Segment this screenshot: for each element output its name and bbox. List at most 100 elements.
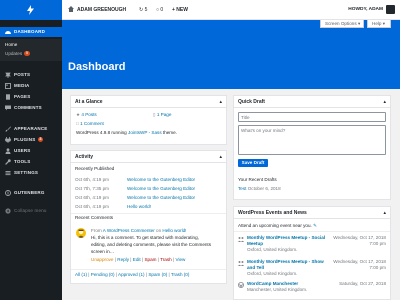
toggle-arrow-icon[interactable]: ▴ — [219, 99, 222, 105]
avatar[interactable] — [386, 5, 395, 14]
published-post-link[interactable]: Welcome to the Gutenberg Editor — [127, 177, 195, 183]
sidebar-item-label: SETTINGS — [14, 170, 39, 175]
sidebar-item-label: Updates — [5, 51, 23, 56]
sidebar-item-label: Collapse menu — [14, 208, 47, 213]
wrench-icon — [5, 159, 11, 165]
page-icon: ▯ — [153, 112, 156, 117]
sidebar-item-label: GUTENBERG — [14, 190, 45, 195]
home-icon[interactable] — [68, 6, 74, 14]
filter-spam-link[interactable]: Spam (0) — [148, 272, 167, 277]
sidebar-item-tools[interactable]: TOOLS — [0, 157, 62, 167]
sidebar-item-label: COMMENTS — [14, 105, 42, 110]
updates-badge: 5 — [24, 51, 30, 57]
draft-content-textarea[interactable]: What's on your mind? — [238, 125, 386, 155]
trash-link[interactable]: Trash — [160, 257, 172, 262]
filter-trash-link[interactable]: Trash (0) — [171, 272, 189, 277]
filter-pending-link[interactable]: Pending (0) — [91, 272, 115, 277]
toggle-arrow-icon[interactable]: ▴ — [219, 154, 222, 160]
comment-item: From A WordPress Commenter on Hello worl… — [71, 228, 226, 264]
event-location: Manchester, United Kingdom. — [247, 287, 308, 292]
quick-draft-widget: Quick Draft ▴ Title What's on your mind?… — [233, 95, 391, 200]
view-link[interactable]: View — [175, 257, 185, 262]
divider — [71, 213, 226, 214]
new-content-button[interactable]: + NEW — [172, 6, 188, 14]
admin-bar: ADAM GREENOUGH ↻ 5 ○ 0 + NEW HOWDY, ADAM — [0, 0, 400, 20]
sidebar-item-label: POSTS — [14, 72, 31, 77]
sidebar-subitem-updates[interactable]: Updates 5 — [5, 50, 30, 57]
toggle-arrow-icon[interactable]: ▴ — [383, 99, 386, 105]
commenter-avatar — [76, 228, 86, 238]
published-date: Oct 7th, 7:35 pm — [75, 186, 109, 191]
help-button[interactable]: Help ▾ — [367, 20, 391, 28]
published-post-link[interactable]: Hello world! — [127, 204, 151, 210]
pin-icon: ★ — [76, 112, 81, 117]
comment-post-link[interactable]: Hello world! — [162, 228, 186, 233]
wordpress-logo-button[interactable] — [0, 0, 62, 20]
updates-icon: ↻ — [139, 7, 144, 13]
comments-count: 0 — [160, 7, 164, 13]
collapse-menu-button[interactable]: Collapse menu — [0, 206, 62, 216]
sidebar-item-posts[interactable]: POSTS — [0, 70, 62, 80]
input-placeholder: What's on your mind? — [241, 128, 286, 133]
widget-header: WordPress Events and News ▴ — [234, 207, 390, 219]
sidebar-item-appearance[interactable]: APPEARANCE — [0, 124, 62, 134]
edit-link[interactable]: Edit — [133, 257, 141, 262]
settings-icon — [5, 171, 11, 176]
sidebar-item-comments[interactable]: COMMENTS — [0, 103, 62, 113]
input-placeholder: Title — [241, 114, 250, 120]
reply-link[interactable]: Reply — [117, 257, 129, 262]
comments-link[interactable]: ○ 0 — [156, 6, 163, 14]
comments-count-label: 1 Comment — [80, 121, 104, 126]
sidebar-item-dashboard[interactable]: DASHBOARD — [0, 27, 62, 37]
recent-drafts-heading: Your Recent Drafts — [238, 177, 277, 182]
sidebar-item-label: DASHBOARD — [14, 29, 46, 34]
widget-title: At a Glance — [75, 99, 103, 105]
comment-bubble-icon: □ — [76, 121, 79, 126]
filter-approved-link[interactable]: Approved (1) — [118, 272, 145, 277]
comment-text: Hi, this is a comment. To get started wi… — [91, 235, 199, 240]
screen-options-button[interactable]: Screen Options ▾ — [320, 20, 364, 28]
comment-text: screen in… — [91, 249, 115, 254]
widget-title: Activity — [75, 154, 94, 160]
draft-date: October 6, 2018 — [247, 186, 281, 191]
published-date: Oct 6th, 4:19 pm — [75, 177, 109, 182]
pages-count-link[interactable]: ▯ 1 Page — [153, 112, 171, 118]
draft-title-link[interactable]: Test — [238, 186, 246, 191]
draft-title-input[interactable]: Title — [238, 112, 386, 122]
sidebar-item-plugins[interactable]: PLUGINS 3 — [0, 135, 62, 145]
widget-header: Activity ▴ — [71, 151, 226, 163]
comment-filters: All (1) | Pending (0) | Approved (1) | S… — [75, 272, 190, 277]
site-name-link[interactable]: ADAM GREENOUGH — [77, 6, 126, 14]
widget-title: WordPress Events and News — [238, 210, 307, 216]
published-date: Oct 6th, 4:19 pm — [75, 204, 109, 209]
sidebar-item-settings[interactable]: SETTINGS — [0, 168, 62, 178]
sidebar-item-gutenberg[interactable]: GUTENBERG — [0, 188, 62, 198]
toggle-arrow-icon[interactable]: ▴ — [383, 210, 386, 216]
published-post-link[interactable]: Welcome to the Gutenberg Editor — [127, 186, 195, 192]
comment-bubble-icon: ○ — [156, 7, 160, 13]
filter-all-link[interactable]: All (1) — [75, 272, 87, 277]
lightning-icon — [27, 5, 34, 15]
plugins-badge: 3 — [37, 137, 44, 143]
pencil-icon[interactable]: ✎ — [313, 223, 317, 228]
unapprove-link[interactable]: Unapprove — [91, 257, 113, 262]
sidebar-subitem-home[interactable]: Home — [5, 41, 17, 48]
sidebar-item-users[interactable]: USERS — [0, 146, 62, 156]
save-draft-button[interactable]: Save Draft — [238, 159, 268, 167]
page-icon — [6, 94, 10, 100]
spam-link[interactable]: Spam — [144, 257, 156, 262]
sidebar-item-label: USERS — [14, 148, 31, 153]
comments-count-link[interactable]: □ 1 Comment — [76, 121, 104, 127]
posts-count-link[interactable]: ★ 4 Posts — [76, 112, 97, 118]
howdy-user-link[interactable]: HOWDY, ADAM — [348, 6, 383, 14]
activity-widget: Activity ▴ Recently Published Oct 6th, 4… — [70, 150, 227, 284]
published-post-link[interactable]: Welcome to the Gutenberg Editor — [127, 195, 195, 201]
sidebar-item-media[interactable]: MEDIA — [0, 81, 62, 91]
theme-link[interactable]: JointsWP - Sass — [128, 130, 162, 135]
meetup-icon — [238, 237, 244, 242]
wordpress-version-text: WordPress 4.9.8 running JointsWP - Sass … — [76, 130, 177, 135]
divider — [234, 231, 390, 232]
comment-author-link[interactable]: A WordPress Commenter — [103, 228, 155, 233]
sidebar-item-pages[interactable]: PAGES — [0, 92, 62, 102]
updates-link[interactable]: ↻ 5 — [139, 6, 147, 14]
